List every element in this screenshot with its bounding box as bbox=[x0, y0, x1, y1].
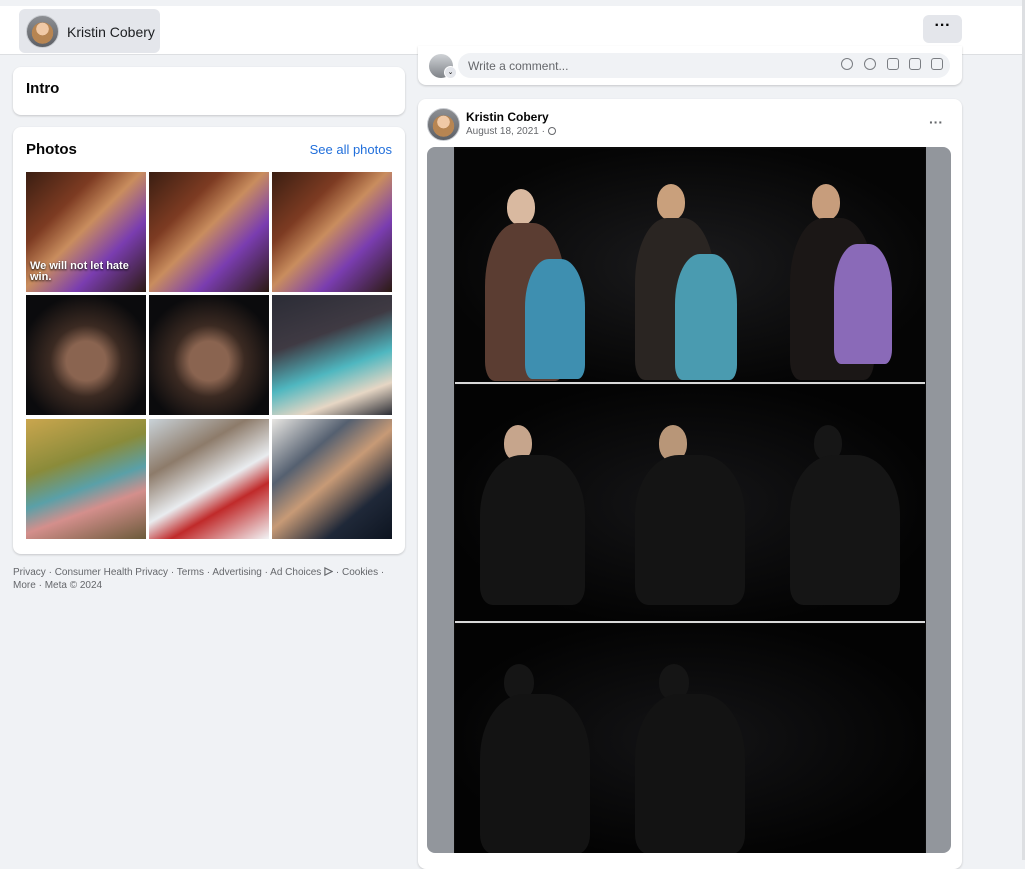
collage-panel bbox=[455, 385, 925, 623]
photo-thumbnail[interactable] bbox=[272, 419, 392, 539]
footer-separator: · bbox=[378, 567, 385, 578]
footer-link-more[interactable]: More bbox=[13, 580, 36, 591]
footer-link-privacy[interactable]: Privacy bbox=[13, 567, 46, 578]
more-options-button[interactable]: ··· bbox=[923, 15, 962, 43]
photo-thumbnail[interactable] bbox=[149, 295, 269, 415]
profile-name[interactable]: Kristin Cobery bbox=[67, 24, 155, 40]
collage-panel bbox=[455, 624, 925, 853]
post-meta: August 18, 2021 · bbox=[466, 126, 556, 137]
intro-card: Intro bbox=[13, 67, 405, 115]
photo-thumbnail[interactable] bbox=[26, 295, 146, 415]
footer-separator: · bbox=[261, 567, 271, 578]
post-author-name[interactable]: Kristin Cobery bbox=[466, 110, 549, 124]
footer-separator: · bbox=[333, 567, 342, 578]
photo-thumbnail[interactable] bbox=[26, 419, 146, 539]
post-author-avatar[interactable] bbox=[427, 108, 460, 141]
collage-panel bbox=[455, 149, 925, 384]
photos-card: Photos See all photos We will not let ha… bbox=[13, 127, 405, 554]
profile-name-chip[interactable]: Kristin Cobery bbox=[19, 9, 160, 53]
avatar-sticker-icon[interactable] bbox=[841, 58, 853, 70]
footer-separator: · bbox=[45, 567, 55, 578]
footer-link-cookies[interactable]: Cookies bbox=[342, 567, 378, 578]
footer-link-advertising[interactable]: Advertising bbox=[212, 567, 261, 578]
post-card: Kristin Cobery August 18, 2021 · ··· bbox=[418, 99, 962, 869]
ad-choices-label: Ad Choices bbox=[270, 567, 322, 578]
photos-title: Photos bbox=[26, 141, 77, 158]
footer-link-ad-choices[interactable]: Ad Choices bbox=[270, 566, 334, 578]
footer-links: Privacy · Consumer Health Privacy · Term… bbox=[13, 566, 403, 592]
photo-thumbnail[interactable]: We will not let hate win. bbox=[26, 172, 146, 292]
photo-thumbnail[interactable] bbox=[272, 172, 392, 292]
photo-caption: We will not let hate win. bbox=[30, 260, 129, 283]
meta-separator: · bbox=[538, 126, 548, 137]
photo-thumbnail[interactable] bbox=[149, 419, 269, 539]
post-image[interactable] bbox=[427, 147, 951, 853]
chevron-down-icon[interactable]: ⌄ bbox=[444, 66, 457, 79]
gif-icon[interactable] bbox=[909, 58, 921, 70]
globe-icon bbox=[547, 127, 556, 135]
profile-avatar[interactable] bbox=[26, 15, 59, 48]
ad-choices-icon bbox=[324, 566, 334, 577]
photo-thumbnail[interactable] bbox=[149, 172, 269, 292]
footer-copyright: Meta © 2024 bbox=[44, 580, 103, 591]
camera-icon[interactable] bbox=[887, 58, 899, 70]
footer-link-consumer-health-privacy[interactable]: Consumer Health Privacy bbox=[55, 567, 168, 578]
see-all-photos-link[interactable]: See all photos bbox=[310, 142, 392, 157]
emoji-icon[interactable] bbox=[864, 58, 876, 70]
footer-separator: · bbox=[168, 567, 177, 578]
comment-input[interactable] bbox=[458, 53, 950, 78]
photo-thumbnail[interactable] bbox=[272, 295, 392, 415]
footer-separator: · bbox=[35, 580, 45, 591]
post-image-collage bbox=[454, 147, 926, 853]
photo-grid: We will not let hate win. bbox=[26, 172, 392, 539]
sticker-icon[interactable] bbox=[931, 58, 943, 70]
footer-link-terms[interactable]: Terms bbox=[177, 567, 204, 578]
post-date[interactable]: August 18, 2021 bbox=[466, 126, 539, 137]
intro-title: Intro bbox=[26, 80, 60, 97]
comment-composer: ⌄ bbox=[418, 46, 962, 85]
post-more-options-button[interactable]: ··· bbox=[929, 114, 943, 130]
more-horizontal-icon: ··· bbox=[934, 17, 951, 34]
